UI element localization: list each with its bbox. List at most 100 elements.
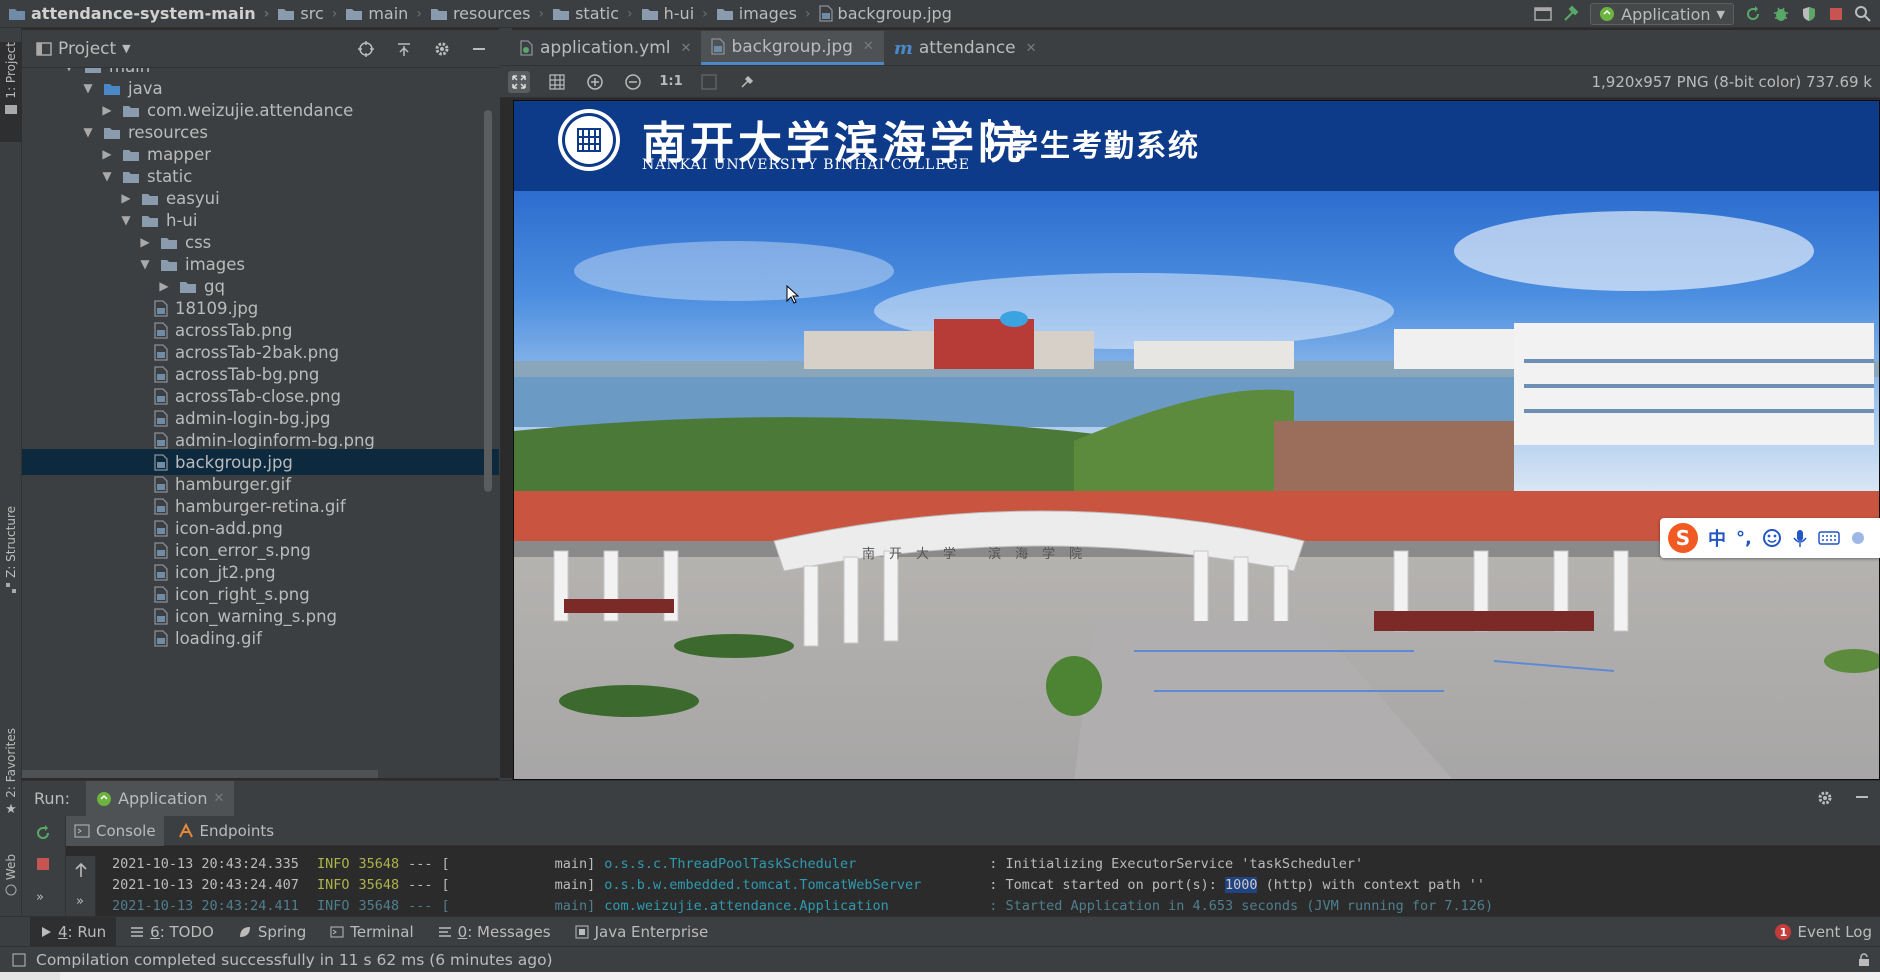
console-tab[interactable]: Console	[66, 815, 164, 846]
collapsed-arrow-icon[interactable]: ▶	[100, 103, 114, 117]
emoji-icon[interactable]	[1762, 528, 1782, 548]
tree-item-label: mapper	[147, 144, 212, 164]
folder-icon	[179, 279, 197, 294]
run-tool-button[interactable]: 4: Run	[30, 916, 117, 947]
skin-icon[interactable]	[1850, 529, 1870, 547]
search-everywhere-icon[interactable]	[1854, 5, 1872, 23]
coverage-shield-icon[interactable]	[1800, 5, 1818, 23]
actual-size-button[interactable]: 1:1	[659, 71, 682, 93]
run-tab-application[interactable]: Application ✕	[86, 780, 235, 817]
close-icon[interactable]: ✕	[681, 41, 692, 56]
java-enterprise-tool-label: Java Enterprise	[594, 922, 709, 941]
build-hammer-icon[interactable]	[1562, 5, 1580, 23]
log-highlight: 1000	[1224, 877, 1258, 893]
tree-vertical-scrollbar[interactable]	[484, 110, 492, 492]
breadcrumb-item[interactable]: static ›	[544, 0, 633, 28]
fit-zoom-icon[interactable]	[508, 70, 530, 93]
project-structure-icon[interactable]	[1534, 6, 1552, 22]
hide-panel-icon[interactable]	[1854, 789, 1870, 805]
endpoints-tab[interactable]: Endpoints	[170, 816, 283, 846]
collapsed-arrow-icon[interactable]: ▶	[100, 147, 114, 161]
log-logger[interactable]: com.weizujie.attendance.Application	[604, 898, 989, 914]
expanded-arrow-icon[interactable]: ▼	[138, 257, 152, 271]
microphone-icon[interactable]	[1792, 528, 1808, 548]
expanded-arrow-icon[interactable]: ▼	[119, 213, 133, 227]
rerun-icon[interactable]	[34, 824, 52, 842]
folder-icon	[160, 257, 178, 272]
java-enterprise-icon	[575, 925, 589, 939]
breadcrumb-item[interactable]: images ›	[708, 0, 811, 28]
expanded-arrow-icon[interactable]: ▼	[62, 68, 76, 73]
collapsed-arrow-icon[interactable]: ▶	[119, 191, 133, 205]
log-logger[interactable]: o.s.s.c.ThreadPoolTaskScheduler	[604, 856, 989, 872]
expanded-arrow-icon[interactable]: ▼	[100, 169, 114, 183]
tree-file-item[interactable]: loading.gif	[22, 625, 499, 651]
color-picker-icon[interactable]	[736, 71, 758, 93]
stop-icon[interactable]	[1828, 6, 1844, 22]
status-toggle-icon[interactable]	[12, 953, 26, 967]
todo-tool-button[interactable]: 6: TODO	[120, 917, 224, 947]
project-window-icon	[36, 41, 52, 56]
log-logger[interactable]: o.s.b.w.embedded.tomcat.TomcatWebServer	[604, 877, 989, 893]
web-tool-tab[interactable]: Web	[0, 854, 22, 924]
editor-tab[interactable]: backgroup.jpg ✕	[701, 31, 884, 65]
lock-icon[interactable]	[1858, 953, 1870, 967]
ime-punct-toggle[interactable]: °,	[1736, 528, 1752, 549]
zoom-out-icon[interactable]	[622, 71, 644, 93]
expanded-arrow-icon[interactable]: ▼	[81, 125, 95, 139]
tree-item-label: icon_right_s.png	[175, 584, 310, 604]
image-banner: 南开大学滨海学院 NANKAI UNIVERSITY BINHAI COLLEG…	[514, 101, 1879, 191]
hide-panel-icon[interactable]	[471, 41, 487, 57]
more-actions-icon[interactable]: »	[36, 890, 44, 905]
messages-tool-button[interactable]: 0: Messages	[428, 917, 561, 947]
tree-horizontal-scrollbar[interactable]	[22, 770, 378, 778]
event-log-button[interactable]: 1 Event Log	[1775, 917, 1872, 947]
messages-icon	[438, 926, 452, 938]
breadcrumb-item[interactable]: src ›	[269, 0, 337, 28]
gear-icon[interactable]	[1816, 789, 1834, 807]
project-view-select[interactable]: Project ▼	[36, 39, 131, 59]
run-tab-label: Application	[118, 789, 208, 808]
editor-tab[interactable]: m attendance ✕	[884, 31, 1047, 65]
todo-tool-text: : TODO	[159, 922, 214, 941]
rerun-icon[interactable]	[1744, 5, 1762, 23]
ime-toolbar[interactable]: S 中 °,	[1660, 518, 1880, 558]
stop-icon[interactable]	[35, 856, 51, 872]
expanded-arrow-icon[interactable]: ▼	[81, 81, 95, 95]
collapsed-arrow-icon[interactable]: ▶	[138, 235, 152, 249]
project-tool-tab[interactable]: 1: Project	[0, 42, 22, 142]
image-file-icon	[154, 387, 168, 405]
banner-divider	[988, 119, 991, 159]
locate-target-icon[interactable]	[357, 40, 375, 58]
breadcrumb-item[interactable]: main ›	[337, 0, 422, 28]
event-log-label: Event Log	[1797, 923, 1872, 941]
log-level: INFO	[316, 856, 350, 872]
close-icon[interactable]: ✕	[1026, 41, 1037, 56]
breadcrumb-item[interactable]: attendance-system-main ›	[0, 0, 269, 28]
zoom-in-icon[interactable]	[584, 71, 606, 93]
scroll-up-icon[interactable]	[74, 862, 88, 878]
chessboard-icon[interactable]	[698, 71, 720, 93]
structure-tool-tab[interactable]: Z: Structure	[0, 506, 22, 618]
breadcrumb-item[interactable]: resources ›	[422, 0, 544, 28]
more-console-actions-icon[interactable]: »	[76, 894, 84, 909]
console-output[interactable]: 2021-10-13 20:43:24.335 INFO 35648 --- [main…	[96, 846, 1880, 916]
spring-tool-label: Spring	[257, 922, 307, 941]
keyboard-icon[interactable]	[1818, 530, 1840, 546]
grid-icon[interactable]	[546, 71, 568, 93]
close-icon[interactable]: ✕	[863, 39, 874, 54]
ime-language-toggle[interactable]: 中	[1708, 525, 1726, 551]
favorites-tool-tab[interactable]: 2: Favorites ★	[0, 728, 22, 824]
collapse-all-icon[interactable]	[395, 40, 413, 58]
terminal-tool-button[interactable]: Terminal	[320, 917, 423, 947]
breadcrumb-item[interactable]: h-ui ›	[633, 0, 708, 28]
breadcrumb-item[interactable]: backgroup.jpg	[811, 0, 952, 28]
editor-tab[interactable]: application.yml ✕	[508, 31, 701, 65]
spring-tool-button[interactable]: Spring	[228, 917, 316, 947]
java-enterprise-tool-button[interactable]: Java Enterprise	[565, 917, 719, 947]
close-icon[interactable]: ✕	[213, 791, 224, 806]
gear-icon[interactable]	[433, 40, 451, 58]
debug-bug-icon[interactable]	[1772, 5, 1790, 23]
collapsed-arrow-icon[interactable]: ▶	[157, 279, 171, 293]
run-configuration-select[interactable]: Application ▼	[1590, 3, 1734, 25]
